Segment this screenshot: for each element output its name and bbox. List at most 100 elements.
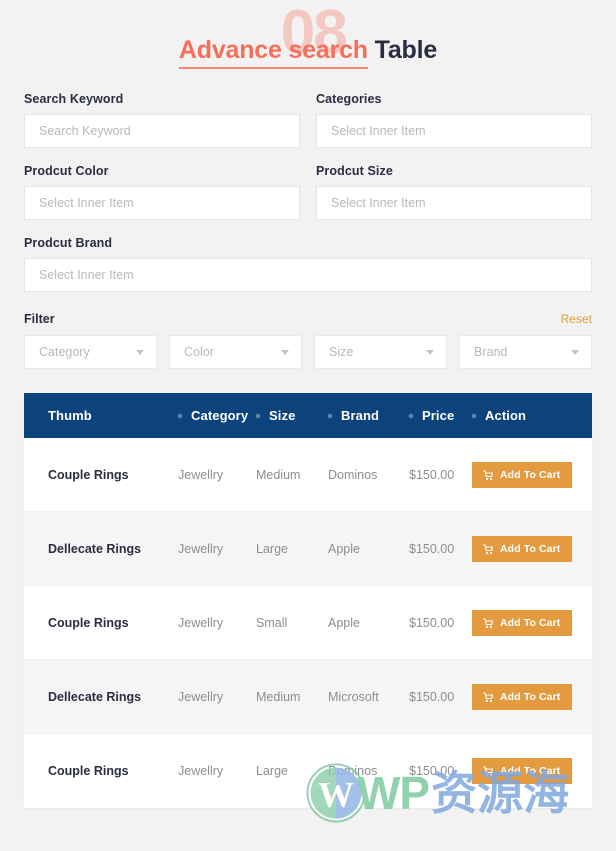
column-header-action-label: Action [485, 408, 527, 423]
filter-select-brand-value: Brand [474, 345, 508, 359]
column-header-price-label: Price [422, 408, 455, 423]
cell-thumb: Dellecate Rings [48, 541, 142, 556]
diamond-separator-icon [255, 412, 261, 419]
column-header-category[interactable]: Category [177, 408, 256, 423]
form-row-1: Search Keyword Search Keyword Categories… [24, 92, 592, 164]
label-categories: Categories [316, 92, 382, 106]
cell-thumb: Couple Rings [48, 467, 129, 482]
column-header-thumb[interactable]: Thumb [48, 408, 178, 423]
chevron-down-icon [281, 349, 289, 355]
filter-select-brand[interactable]: Brand [459, 335, 592, 369]
cell-brand: Dominos [328, 764, 378, 778]
page-title: Advance search Table [178, 35, 438, 69]
add-to-cart-label: Add To Cart [500, 468, 561, 481]
table-row: Dellecate Rings Jewellry Medium Microsoft $1… [24, 660, 592, 734]
filter-select-size-value: Size [329, 345, 354, 359]
cell-size: Large [256, 541, 288, 556]
cell-brand: Apple [328, 615, 360, 630]
diamond-separator-icon [471, 412, 477, 419]
filter-select-category[interactable]: Category [24, 335, 157, 369]
form-group-search-keyword: Search Keyword Search Keyword [24, 92, 300, 164]
add-to-cart-label: Add To Cart [500, 690, 561, 703]
filter-controls: Category Color Size Brand [24, 335, 592, 369]
form-row-2: Prodcut Color Select Inner Item Prodcut … [24, 164, 592, 236]
form-group-product-brand: Prodcut Brand Select Inner Item [24, 236, 592, 308]
cell-price: $150.00 [409, 689, 455, 704]
page-title-rest: Table [374, 35, 438, 64]
cell-action: Add To Cart [472, 758, 592, 784]
add-to-cart-label: Add To Cart [500, 765, 561, 777]
add-to-cart-button[interactable]: Add To Cart [472, 461, 573, 488]
filter-select-color-value: Color [184, 345, 214, 359]
product-brand-input[interactable]: Select Inner Item [24, 258, 592, 292]
column-header-category-label: Category [191, 408, 249, 423]
cell-price: $150.00 [409, 541, 455, 556]
label-product-brand: Prodcut Brand [24, 236, 113, 250]
cell-action: Add To Cart [472, 683, 592, 710]
cell-brand: Microsoft [328, 689, 379, 704]
cart-icon [482, 766, 494, 777]
cell-thumb: Dellecate Rings [48, 689, 142, 704]
chevron-down-icon [571, 349, 579, 355]
table-row: Couple Rings Jewellry Medium Dominos $150.00… [24, 438, 592, 512]
filter-reset-link[interactable]: Reset [561, 312, 592, 326]
cell-price: $150.00 [409, 467, 455, 482]
table-row: Dellecate Rings Jewellry Large Apple $150.00… [24, 512, 592, 586]
chevron-down-icon [136, 349, 144, 355]
cart-icon [482, 617, 494, 628]
cell-brand: Apple [328, 541, 360, 556]
cell-size: Medium [256, 689, 301, 704]
page-header: 08 Advance search Table [0, 0, 616, 92]
column-header-brand[interactable]: Brand [327, 408, 409, 423]
product-color-input[interactable]: Select Inner Item [24, 186, 300, 220]
cell-size: Medium [256, 467, 301, 482]
cell-category: Jewellry [178, 764, 224, 778]
label-product-size: Prodcut Size [316, 164, 393, 178]
add-to-cart-button[interactable]: Add To Cart [472, 683, 573, 710]
column-header-brand-label: Brand [341, 408, 380, 423]
form-row-3: Prodcut Brand Select Inner Item [24, 236, 592, 308]
label-product-color: Prodcut Color [24, 164, 109, 178]
column-header-price[interactable]: Price [408, 408, 472, 423]
add-to-cart-button[interactable]: Add To Cart [472, 535, 573, 562]
diamond-separator-icon [327, 412, 333, 419]
cell-size: Large [256, 764, 288, 778]
cell-thumb: Couple Rings [48, 764, 129, 778]
cell-price: $150.00 [409, 615, 455, 630]
add-to-cart-button[interactable]: Add To Cart [472, 758, 573, 784]
search-form: Search Keyword Search Keyword Categories… [0, 92, 616, 369]
column-header-action[interactable]: Action [471, 408, 592, 423]
add-to-cart-label: Add To Cart [500, 616, 561, 629]
filter-select-color[interactable]: Color [169, 335, 302, 369]
cell-price: $150.00 [409, 764, 455, 778]
cart-icon [482, 543, 494, 554]
categories-input[interactable]: Select Inner Item [316, 114, 592, 148]
cell-action: Add To Cart [472, 609, 592, 636]
cell-category: Jewellry [178, 541, 224, 556]
label-search-keyword: Search Keyword [24, 92, 124, 106]
cell-category: Jewellry [178, 689, 224, 704]
filter-select-size[interactable]: Size [314, 335, 447, 369]
chevron-down-icon [426, 349, 434, 355]
cell-brand: Dominos [328, 467, 378, 482]
cell-thumb: Couple Rings [48, 615, 129, 630]
search-keyword-input[interactable]: Search Keyword [24, 114, 300, 148]
cart-icon [482, 691, 494, 702]
product-size-input[interactable]: Select Inner Item [316, 186, 592, 220]
table-header-row: Thumb Category Size Brand Price Action [24, 393, 592, 438]
table-row: Couple Rings Jewellry Small Apple $150.00 Add… [24, 586, 592, 660]
products-table: Thumb Category Size Brand Price Action C… [24, 393, 592, 808]
page-root: 08 Advance search Table Search Keyword S… [0, 0, 616, 851]
cart-icon [482, 469, 494, 480]
page-title-highlight: Advance search [178, 35, 368, 69]
add-to-cart-label: Add To Cart [500, 542, 561, 555]
filter-title: Filter [24, 312, 55, 326]
add-to-cart-button[interactable]: Add To Cart [472, 609, 573, 636]
column-header-size-label: Size [269, 408, 296, 423]
filter-select-category-value: Category [39, 345, 90, 359]
cell-action: Add To Cart [472, 461, 592, 488]
form-group-categories: Categories Select Inner Item [316, 92, 592, 164]
form-group-product-size: Prodcut Size Select Inner Item [316, 164, 592, 236]
cell-category: Jewellry [178, 615, 224, 630]
column-header-size[interactable]: Size [255, 408, 328, 423]
